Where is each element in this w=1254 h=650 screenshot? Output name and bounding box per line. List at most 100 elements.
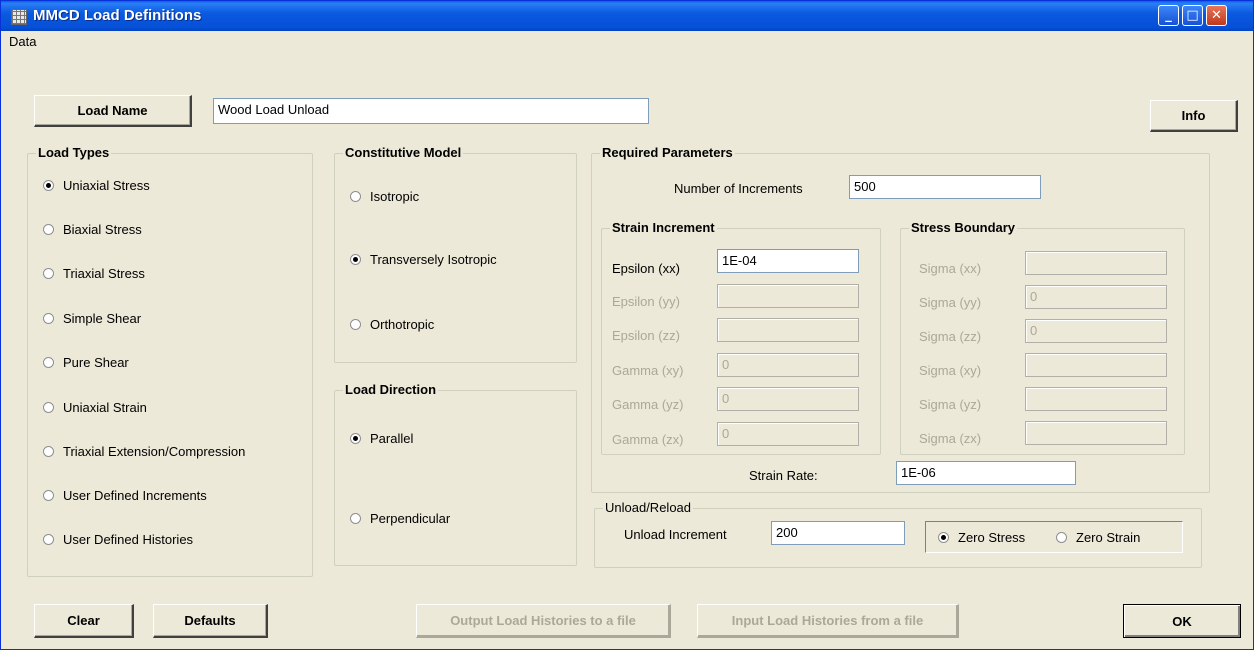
sigma-yy-input[interactable]: 0 <box>1025 285 1167 309</box>
sigma-xy-input[interactable] <box>1025 353 1167 377</box>
sigma-yz-label: Sigma (yz) <box>919 397 982 412</box>
radio-unchecked-icon <box>43 313 54 324</box>
info-button[interactable]: Info <box>1150 100 1238 132</box>
radio-triaxial-stress[interactable]: Triaxial Stress <box>43 266 145 281</box>
radio-unchecked-icon <box>350 191 361 202</box>
radio-label: Uniaxial Stress <box>63 178 150 193</box>
radio-label: Biaxial Stress <box>63 222 142 237</box>
constitutive-model-title: Constitutive Model <box>343 145 464 160</box>
window-title: MMCD Load Definitions <box>33 7 202 24</box>
radio-unchecked-icon <box>43 534 54 545</box>
radio-unchecked-icon <box>43 224 54 235</box>
radio-unchecked-icon <box>350 513 361 524</box>
unload-reload-title: Unload/Reload <box>603 500 694 515</box>
radio-unchecked-icon <box>43 446 54 457</box>
radio-zero-strain[interactable]: Zero Strain <box>1056 530 1140 545</box>
radio-checked-icon <box>43 180 54 191</box>
sigma-xx-input[interactable] <box>1025 251 1167 275</box>
radio-label: Isotropic <box>370 189 420 204</box>
gamma-xy-input[interactable]: 0 <box>717 353 859 377</box>
radio-user-defined-histories[interactable]: User Defined Histories <box>43 532 193 547</box>
radio-checked-icon <box>938 532 949 543</box>
radio-unchecked-icon <box>43 490 54 501</box>
strain-increment-title: Strain Increment <box>610 220 717 235</box>
gamma-zx-input[interactable]: 0 <box>717 422 859 446</box>
defaults-button[interactable]: Defaults <box>153 604 268 638</box>
radio-unchecked-icon <box>43 357 54 368</box>
gamma-xy-label: Gamma (xy) <box>612 363 684 378</box>
radio-perpendicular[interactable]: Perpendicular <box>350 511 450 526</box>
num-increments-input[interactable]: 500 <box>849 175 1041 199</box>
radio-label: User Defined Increments <box>63 488 207 503</box>
radio-transversely-isotropic[interactable]: Transversely Isotropic <box>350 252 497 267</box>
radio-label: Parallel <box>370 431 414 446</box>
load-direction-title: Load Direction <box>343 382 439 397</box>
maximize-icon: □ <box>1186 8 1199 23</box>
sigma-yz-input[interactable] <box>1025 387 1167 411</box>
radio-label: Perpendicular <box>370 511 451 526</box>
output-load-histories-button[interactable]: Output Load Histories to a file <box>416 604 671 638</box>
radio-unchecked-icon <box>350 319 361 330</box>
menu-bar: Data <box>1 31 1253 51</box>
input-load-histories-button[interactable]: Input Load Histories from a file <box>697 604 959 638</box>
sigma-xx-label: Sigma (xx) <box>919 261 982 276</box>
minimize-icon: _ <box>1165 8 1172 23</box>
load-direction-group: Load Direction <box>334 382 577 566</box>
strain-rate-label: Strain Rate: <box>749 468 818 483</box>
radio-user-defined-increments[interactable]: User Defined Increments <box>43 488 207 503</box>
load-types-title: Load Types <box>36 145 112 160</box>
radio-label: Zero Stress <box>958 530 1026 545</box>
close-icon: ✕ <box>1211 8 1222 23</box>
gamma-yz-input[interactable]: 0 <box>717 387 859 411</box>
radio-label: Zero Strain <box>1076 530 1141 545</box>
unload-increment-label: Unload Increment <box>624 527 727 542</box>
epsilon-yy-input[interactable] <box>717 284 859 308</box>
ok-button[interactable]: OK <box>1123 604 1241 638</box>
menu-data[interactable]: Data <box>9 34 36 49</box>
epsilon-xx-label: Epsilon (xx) <box>612 261 680 276</box>
radio-unchecked-icon <box>1056 532 1067 543</box>
sigma-yy-label: Sigma (yy) <box>919 295 982 310</box>
app-grid-icon <box>11 9 27 25</box>
radio-pure-shear[interactable]: Pure Shear <box>43 355 129 370</box>
title-bar[interactable]: MMCD Load Definitions _ □ ✕ <box>1 1 1253 31</box>
radio-parallel[interactable]: Parallel <box>350 431 413 446</box>
radio-label: Simple Shear <box>63 311 142 326</box>
radio-isotropic[interactable]: Isotropic <box>350 189 419 204</box>
maximize-button[interactable]: □ <box>1182 5 1203 26</box>
radio-label: User Defined Histories <box>63 532 194 547</box>
clear-button[interactable]: Clear <box>34 604 134 638</box>
radio-unchecked-icon <box>43 402 54 413</box>
close-button[interactable]: ✕ <box>1206 5 1227 26</box>
strain-rate-input[interactable]: 1E-06 <box>896 461 1076 485</box>
epsilon-xx-input[interactable]: 1E-04 <box>717 249 859 273</box>
sigma-zx-label: Sigma (zx) <box>919 431 982 446</box>
radio-checked-icon <box>350 433 361 444</box>
stress-boundary-title: Stress Boundary <box>909 220 1018 235</box>
sigma-zx-input[interactable] <box>1025 421 1167 445</box>
radio-orthotropic[interactable]: Orthotropic <box>350 317 434 332</box>
radio-label: Uniaxial Strain <box>63 400 147 415</box>
epsilon-yy-label: Epsilon (yy) <box>612 294 680 309</box>
sigma-xy-label: Sigma (xy) <box>919 363 982 378</box>
radio-unchecked-icon <box>43 268 54 279</box>
radio-triaxial-extension[interactable]: Triaxial Extension/Compression <box>43 444 245 459</box>
radio-zero-stress[interactable]: Zero Stress <box>938 530 1025 545</box>
epsilon-zz-input[interactable] <box>717 318 859 342</box>
required-parameters-title: Required Parameters <box>600 145 735 160</box>
load-name-button[interactable]: Load Name <box>34 95 192 127</box>
radio-biaxial-stress[interactable]: Biaxial Stress <box>43 222 142 237</box>
radio-uniaxial-stress[interactable]: Uniaxial Stress <box>43 178 150 193</box>
radio-label: Pure Shear <box>63 355 129 370</box>
radio-simple-shear[interactable]: Simple Shear <box>43 311 141 326</box>
minimize-button[interactable]: _ <box>1158 5 1179 26</box>
load-definitions-window: MMCD Load Definitions _ □ ✕ Data Load Na… <box>0 0 1254 650</box>
num-increments-label: Number of Increments <box>674 181 803 196</box>
unload-increment-input[interactable]: 200 <box>771 521 905 545</box>
sigma-zz-input[interactable]: 0 <box>1025 319 1167 343</box>
gamma-zx-label: Gamma (zx) <box>612 432 684 447</box>
radio-uniaxial-strain[interactable]: Uniaxial Strain <box>43 400 147 415</box>
epsilon-zz-label: Epsilon (zz) <box>612 328 680 343</box>
load-name-input[interactable]: Wood Load Unload <box>213 98 649 124</box>
radio-checked-icon <box>350 254 361 265</box>
